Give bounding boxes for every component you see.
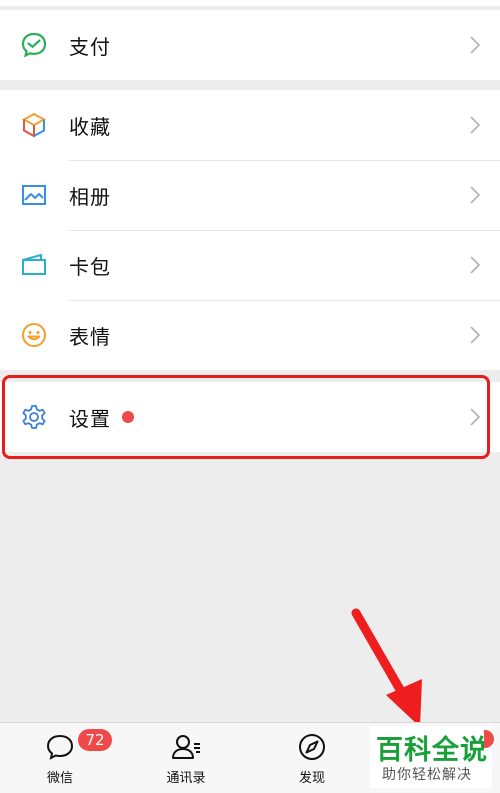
tab-discover-label: 发现 [298,771,325,786]
watermark: 百科全说 助你轻松解决 [370,726,492,788]
red-arrow-annotation [351,608,422,727]
menu-item-favorites[interactable]: 收藏 [0,90,500,160]
album-icon [20,181,48,209]
menu-item-stickers-label: 表情 [69,324,111,349]
menu-item-album[interactable]: 相册 [0,160,500,230]
menu-item-pay-label: 支付 [69,34,111,59]
tab-contacts-label: 通讯录 [166,771,206,786]
chevron-right-icon [470,256,481,274]
tab-discover[interactable]: 发现 [262,723,362,793]
smiley-icon [20,321,48,349]
watermark-subtitle: 助你轻松解决 [382,767,472,783]
tab-contacts[interactable]: 通讯录 [136,723,236,793]
menu-item-cards-label: 卡包 [69,254,111,279]
top-strip [0,0,500,6]
card-wallet-icon [20,251,48,279]
favorites-cube-icon [20,111,48,139]
watermark-title: 百科全说 [376,735,488,766]
tab-chats[interactable]: 72 微信 [10,723,112,793]
menu-item-album-label: 相册 [69,184,111,209]
menu-item-stickers[interactable]: 表情 [0,300,500,370]
pay-group: 支付 [0,10,500,80]
tab-chats-label: 微信 [46,771,73,786]
menu-item-pay[interactable]: 支付 [0,10,500,80]
chevron-right-icon [470,116,481,134]
menu-item-favorites-label: 收藏 [69,114,111,139]
chevron-right-icon [470,186,481,204]
contacts-icon [172,735,200,759]
menu-item-cards[interactable]: 卡包 [0,230,500,300]
pay-icon [20,31,48,59]
chat-bubble-icon [46,734,74,760]
chevron-right-icon [470,326,481,344]
features-group: 收藏 相册 卡包 表情 [0,90,500,370]
compass-icon [299,734,325,760]
settings-highlight-box [2,375,490,459]
unread-badge: 72 [78,729,112,751]
chevron-right-icon [470,36,481,54]
